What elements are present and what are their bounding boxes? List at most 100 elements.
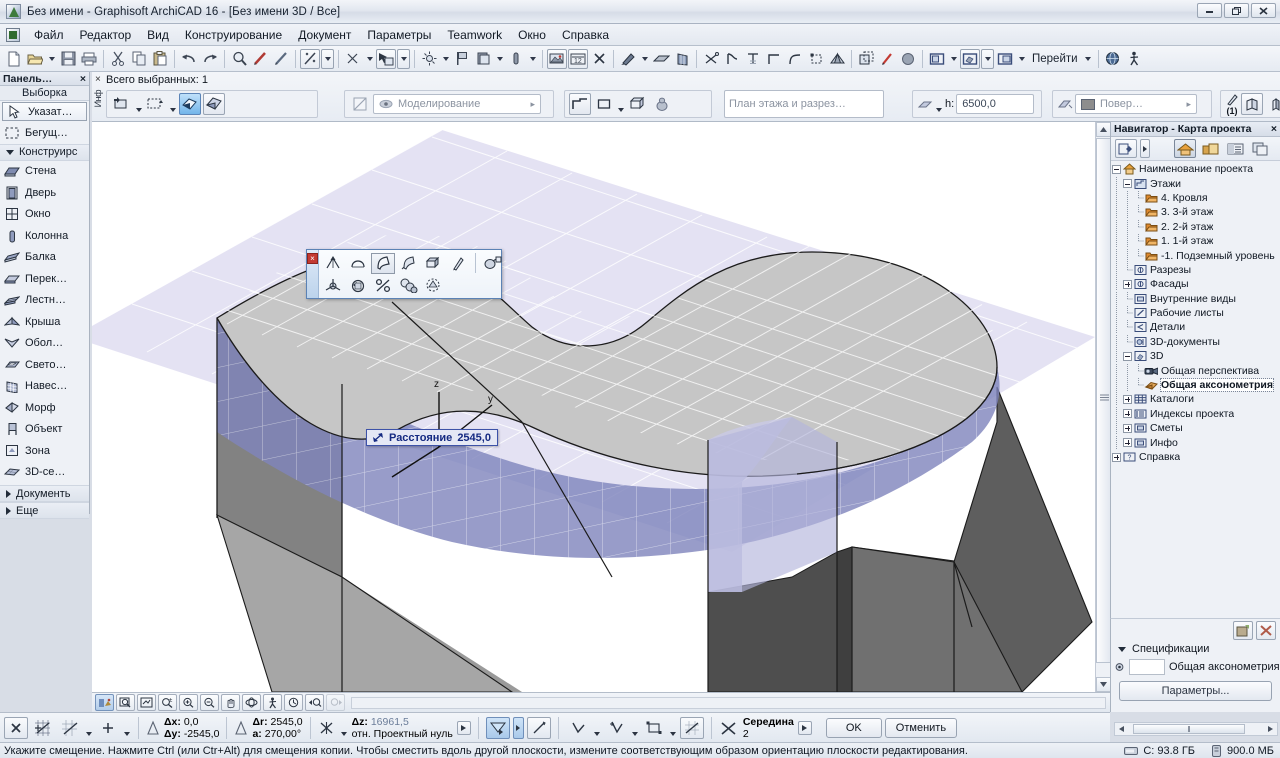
print-icon[interactable] [79, 49, 99, 69]
tool-curtainwall[interactable]: Навес… [0, 376, 89, 398]
zoom-window-icon[interactable] [116, 694, 135, 711]
plan-window-icon[interactable] [927, 49, 947, 69]
tool-roof[interactable]: Крыша [0, 311, 89, 333]
cancel-x-icon[interactable] [4, 716, 28, 739]
menu-design[interactable]: Конструирование [177, 26, 290, 44]
tree-item-3d[interactable]: 3D [1111, 349, 1280, 364]
surface-selector[interactable]: Повер… ▸ [1075, 94, 1197, 114]
curve-edge-icon[interactable] [346, 253, 370, 274]
element-snap-icon[interactable] [642, 717, 666, 739]
view-eye-icon[interactable] [1114, 661, 1125, 673]
tree-item-инфо[interactable]: Инфо [1111, 435, 1280, 450]
tree-expander-plus-icon[interactable] [1111, 452, 1122, 462]
split-icon[interactable] [701, 49, 721, 69]
cancel-button[interactable]: Отменить [884, 717, 958, 738]
tool-slab[interactable]: Перек… [0, 268, 89, 290]
pencil-icon[interactable] [250, 49, 270, 69]
flag-icon[interactable] [452, 49, 472, 69]
expander-box[interactable] [1123, 423, 1132, 433]
extrude-cube-icon[interactable] [421, 253, 445, 274]
align-icon[interactable] [743, 49, 763, 69]
section-window-icon[interactable] [995, 49, 1015, 69]
column-icon[interactable] [506, 49, 526, 69]
grid-snap-alt-icon[interactable] [58, 717, 82, 739]
step-profile-icon[interactable] [569, 93, 591, 115]
tree-item-3-3-й-этаж[interactable]: 3. 3-й этаж [1111, 205, 1280, 220]
delta-triangle-icon[interactable] [146, 719, 160, 737]
redo-icon[interactable] [200, 49, 220, 69]
globe-icon[interactable] [1103, 49, 1123, 69]
menu-options[interactable]: Параметры [359, 26, 439, 44]
pen-indicator[interactable]: (1) [1225, 92, 1239, 116]
magic-wand-snap-icon[interactable] [679, 716, 704, 739]
rotate-3d-icon[interactable] [346, 275, 370, 296]
perpendicular-snap-arrow-icon[interactable] [631, 717, 639, 739]
toolbox-group-documents[interactable]: Документь [0, 485, 89, 502]
rectangle-icon[interactable] [593, 93, 615, 115]
section-dropdown-arrow-icon[interactable] [1016, 49, 1027, 69]
roof-solid-icon[interactable] [827, 49, 847, 69]
perpendicular-snap-icon[interactable] [604, 717, 628, 739]
sphere-icon[interactable] [898, 49, 918, 69]
close-button[interactable] [1251, 3, 1276, 18]
menu-edit[interactable]: Редактор [72, 26, 140, 44]
menu-teamwork[interactable]: Teamwork [439, 26, 510, 44]
height-input[interactable]: 6500,0 [956, 94, 1035, 114]
marquee-icon[interactable] [145, 93, 167, 115]
menu-document[interactable]: Документ [290, 26, 359, 44]
tree-expander-plus-icon[interactable] [1122, 279, 1133, 289]
expander-box[interactable] [1123, 179, 1132, 189]
3d-navigate-icon[interactable] [95, 694, 114, 711]
save-icon[interactable] [58, 49, 78, 69]
morph-solid-icon[interactable] [203, 93, 225, 115]
tree-expander-minus-icon[interactable] [1122, 179, 1133, 189]
adjust-icon[interactable] [722, 49, 742, 69]
tree-expander-minus-icon[interactable] [1122, 351, 1133, 361]
tool-door[interactable]: Дверь [0, 182, 89, 204]
elevate-point-icon[interactable] [321, 253, 345, 274]
tree-expander-minus-icon[interactable] [1111, 164, 1122, 174]
marquee-arrow-icon[interactable] [169, 93, 177, 115]
pet-palette-close-icon[interactable]: × [307, 253, 318, 264]
toolbox-group-design[interactable]: Конструирс [0, 143, 89, 161]
book-open-icon[interactable] [1241, 93, 1263, 115]
tree-expander-plus-icon[interactable] [1122, 438, 1133, 448]
revolve-icon[interactable] [651, 93, 673, 115]
tool-marquee[interactable]: Бегущ… [0, 122, 89, 144]
menu-help[interactable]: Справка [554, 26, 617, 44]
tree-expander-plus-icon[interactable] [1122, 423, 1133, 433]
origin-arrow-icon[interactable] [123, 717, 131, 739]
z-group-arrow-icon[interactable] [340, 717, 348, 739]
tree-item-внутренние-виды[interactable]: Внутренние виды [1111, 291, 1280, 306]
open-dropdown-arrow-icon[interactable] [46, 49, 57, 69]
multiply-copy-icon[interactable] [396, 275, 420, 296]
tree-item-детали[interactable]: Детали [1111, 320, 1280, 335]
zoom-in-icon[interactable] [179, 694, 198, 711]
measure-line-icon[interactable] [526, 716, 551, 739]
label-dropdown-arrow-icon[interactable] [639, 49, 650, 69]
cut-scissors-icon[interactable] [108, 49, 128, 69]
layout-book-icon[interactable] [1224, 139, 1246, 158]
expander-box[interactable] [1123, 409, 1132, 419]
new-view-icon[interactable] [1233, 620, 1253, 640]
tree-item-2-2-й-этаж[interactable]: 2. 2-й этаж [1111, 219, 1280, 234]
z-axis-icon[interactable] [318, 719, 336, 737]
book-half-icon[interactable] [1265, 93, 1280, 115]
edit-element-arrow-icon[interactable] [135, 93, 143, 115]
goto-dropdown-arrow-icon[interactable] [1083, 49, 1094, 69]
scale-percent-icon[interactable] [371, 275, 395, 296]
tool-object[interactable]: Объект [0, 419, 89, 441]
edit-element-icon[interactable] [111, 93, 133, 115]
surface-arrow-icon[interactable]: ▸ [1186, 99, 1191, 110]
scroll-down-arrow-icon[interactable] [1096, 677, 1110, 692]
minimize-button[interactable] [1197, 3, 1222, 18]
angle-snap-arrow-icon[interactable] [593, 717, 601, 739]
layers-icon[interactable] [473, 49, 493, 69]
3d-window-icon[interactable] [960, 48, 980, 69]
dz-row[interactable]: Δz: 16961,5 [352, 716, 453, 728]
explode-icon[interactable] [421, 275, 445, 296]
tree-item-разрезы[interactable]: Разрезы [1111, 262, 1280, 277]
grid-snap-arrow-icon[interactable] [85, 717, 93, 739]
expander-box[interactable] [1123, 351, 1132, 361]
pen-icon[interactable] [271, 49, 291, 69]
